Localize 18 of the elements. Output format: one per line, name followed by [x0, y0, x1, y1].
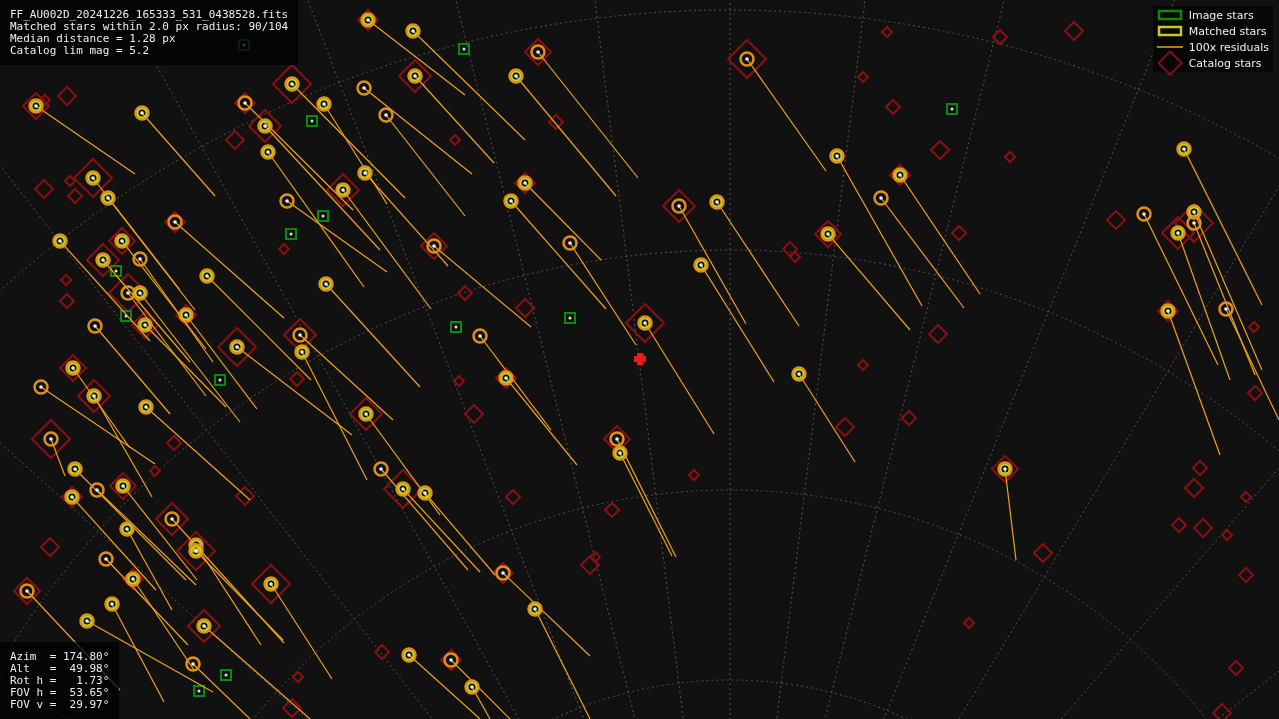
info-text: Median distance = 1.28 px — [10, 33, 177, 45]
line-icon — [1156, 45, 1183, 49]
info-text: Matched stars within 2.0 px radius: 90/104 — [10, 21, 289, 33]
pointing-text: Azim = 174.80° — [10, 651, 110, 663]
legend-label: Image stars — [1188, 8, 1254, 22]
info-text: Catalog lim mag = 5.2 — [10, 45, 151, 57]
pointing-text: Alt = 49.98° — [10, 663, 110, 675]
pointing-text: Rot h = 1.73° — [10, 675, 110, 687]
center-cross-icon — [634, 353, 646, 365]
diamond-icon — [1156, 50, 1183, 76]
legend-label: 100x residuals — [1188, 40, 1269, 54]
legend-label: Matched stars — [1188, 24, 1267, 38]
pointing-text: FOV h = 53.65° — [10, 687, 110, 699]
pointing-text: FOV v = 29.97° — [10, 699, 110, 711]
info-text: FF_AU002D_20241226_165333_531_0438528.fits — [10, 9, 289, 21]
legend-label: Catalog stars — [1188, 56, 1262, 70]
rectangle-outline-icon — [1156, 25, 1183, 37]
square-outline-icon — [1156, 9, 1183, 21]
